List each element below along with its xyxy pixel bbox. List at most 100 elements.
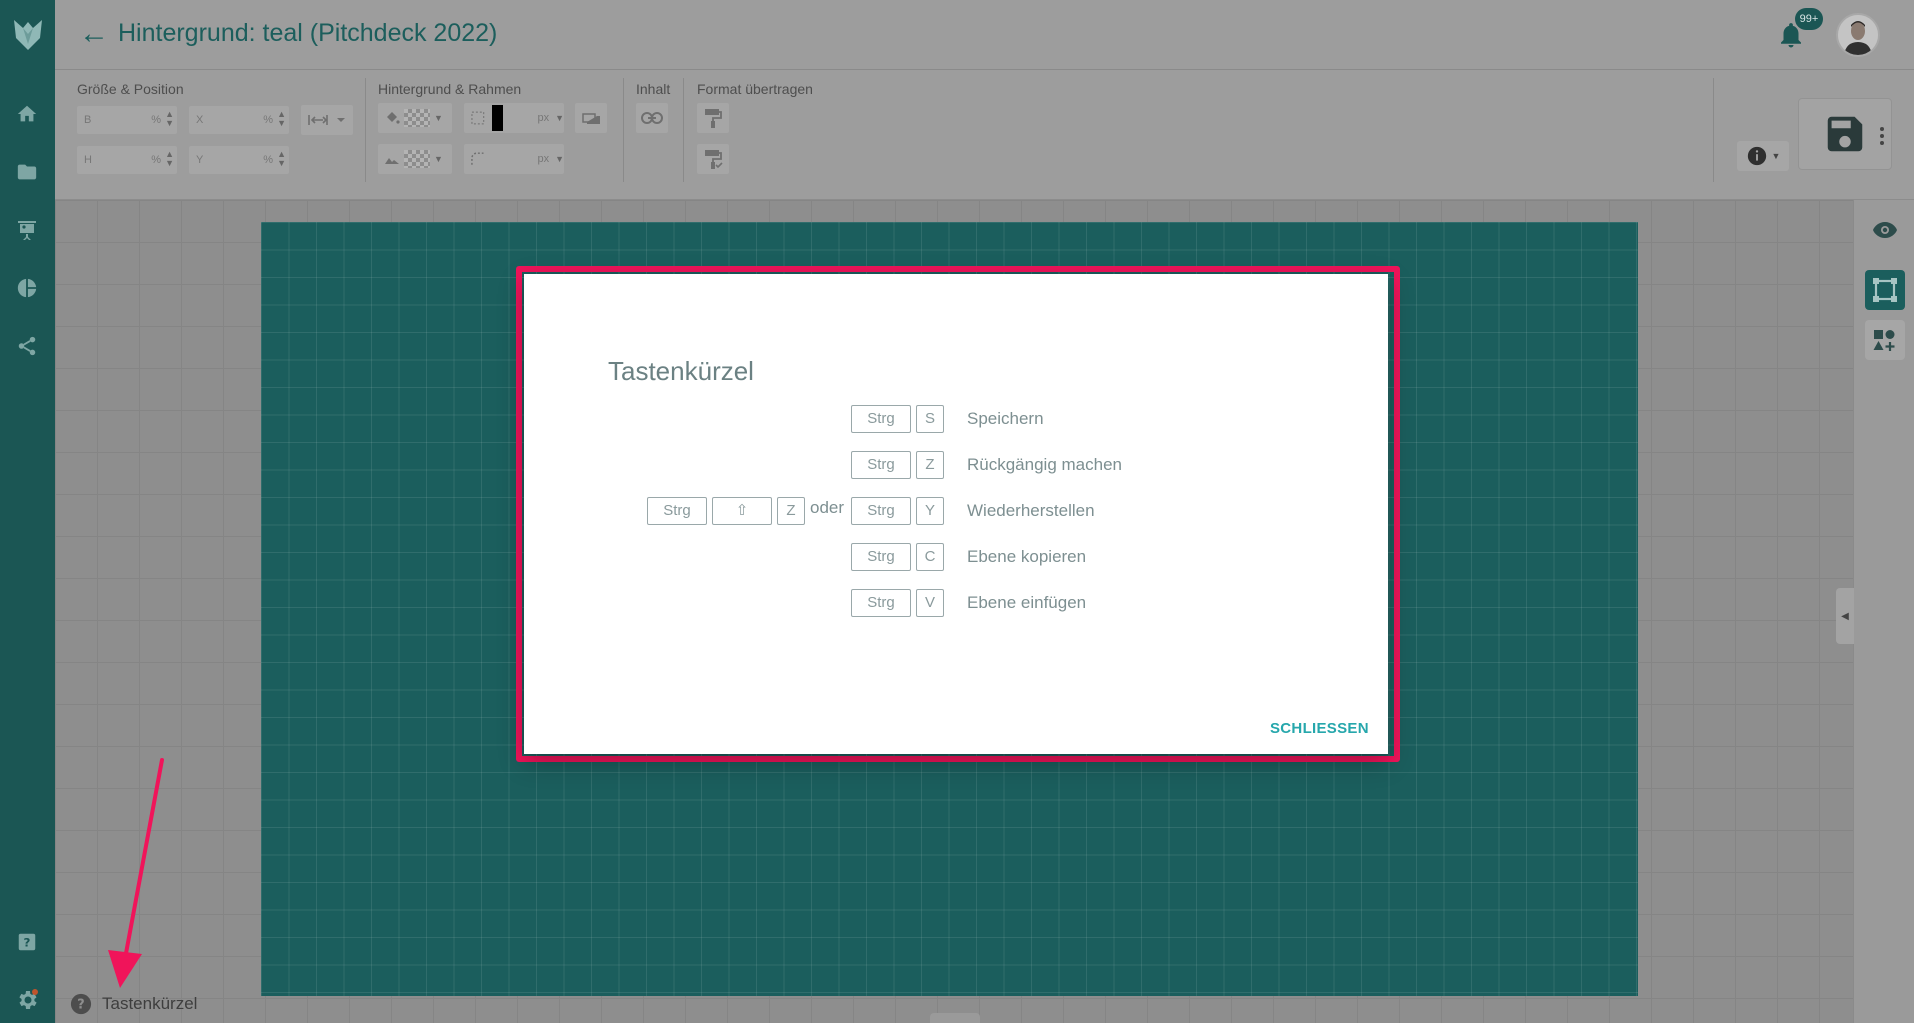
key-ctrl: Strg (851, 497, 911, 525)
shortcut-label-redo: Wiederherstellen (967, 501, 1095, 520)
chevron-down-icon: ▼ (434, 113, 443, 123)
add-shape-button[interactable] (1865, 320, 1905, 360)
back-arrow-icon[interactable]: ← (76, 16, 112, 52)
app-logo[interactable] (0, 0, 55, 70)
presentation-icon (18, 221, 36, 240)
section-background-border-label: Hintergrund & Rahmen (378, 81, 522, 97)
transparent-swatch (404, 109, 430, 127)
paint-roller-icon (705, 109, 722, 128)
chevron-down-icon: ▼ (1771, 151, 1781, 161)
sidebar-item-home[interactable] (10, 97, 44, 131)
home-icon (17, 105, 37, 122)
key-ctrl: Strg (647, 497, 707, 525)
info-icon (1747, 146, 1766, 166)
chevron-left-icon: ◀ (1841, 610, 1849, 622)
key-ctrl: Strg (851, 543, 911, 571)
key-ctrl: Strg (851, 589, 911, 617)
key-ctrl: Strg (851, 405, 911, 433)
format-paste-button[interactable] (697, 144, 729, 174)
key-y: Y (916, 497, 944, 525)
notification-badge: 99+ (1795, 8, 1823, 30)
floppy-disk-icon (1827, 116, 1863, 152)
sidebar-item-settings[interactable] (10, 983, 44, 1017)
border-width-input[interactable]: px ▼ (464, 103, 564, 133)
page-title: Hintergrund: teal (Pitchdeck 2022) (118, 19, 498, 47)
align-dropdown[interactable] (301, 105, 353, 135)
svg-text:?: ? (24, 936, 31, 950)
or-separator: oder (810, 498, 845, 517)
user-avatar-icon (1838, 15, 1878, 55)
toolbar-divider (1713, 78, 1714, 182)
border-shadow-icon (582, 113, 600, 124)
bottom-panel-handle[interactable] (930, 1013, 980, 1023)
sidebar-item-analytics[interactable] (10, 271, 44, 305)
pie-chart-icon (17, 278, 37, 298)
shapes-add-icon (1873, 330, 1895, 351)
sidebar-item-files[interactable] (10, 155, 44, 189)
width-input[interactable]: B % ▲ ▼ (77, 106, 177, 134)
folder-icon (17, 164, 37, 180)
toolbar-divider (365, 78, 366, 182)
border-toggle-button[interactable] (575, 103, 607, 133)
key-v: V (916, 589, 944, 617)
chevron-down-icon: ▼ (555, 154, 564, 164)
fill-color-dropdown[interactable]: ▼ (378, 103, 452, 133)
app-header: ← Hintergrund: teal (Pitchdeck 2022) 99+ (0, 0, 1914, 70)
border-color-swatch[interactable] (491, 105, 504, 131)
help-icon: ? (18, 933, 36, 951)
eye-icon (1873, 222, 1897, 238)
gear-icon (19, 989, 38, 1009)
chevron-down-icon: ▼ (555, 113, 564, 123)
format-copy-button[interactable] (697, 103, 729, 133)
share-icon (18, 336, 36, 356)
preview-button[interactable] (1865, 210, 1905, 250)
stepper-icon[interactable]: ▲ ▼ (165, 110, 174, 128)
height-input[interactable]: H % ▲ ▼ (77, 146, 177, 174)
y-input[interactable]: Y % ▲ ▼ (189, 146, 289, 174)
more-options-icon[interactable] (1876, 124, 1888, 148)
image-fill-dropdown[interactable]: ▼ (378, 144, 452, 174)
chevron-down-icon: ▼ (434, 154, 443, 164)
transparent-swatch (404, 150, 430, 168)
panel-collapse-toggle[interactable]: ◀ (1836, 588, 1854, 644)
sidebar-item-presentations[interactable] (10, 213, 44, 247)
link-button[interactable] (636, 103, 668, 133)
shortcuts-dialog: Tastenkürzel Strg S Speichern Strg Z Rüc… (524, 274, 1388, 754)
key-shift: ⇧ (712, 497, 772, 525)
toolbar-divider (623, 78, 624, 182)
image-mountain-icon (385, 158, 399, 164)
section-format-transfer-label: Format übertragen (697, 81, 813, 97)
x-input[interactable]: X % ▲ ▼ (189, 106, 289, 134)
border-style-icon (471, 111, 485, 125)
close-button[interactable]: SCHLIESSEN (1270, 720, 1369, 737)
sidebar-item-share[interactable] (10, 329, 44, 363)
key-z: Z (916, 451, 944, 479)
shortcuts-link-label: Tastenkürzel (102, 994, 198, 1013)
key-ctrl: Strg (851, 451, 911, 479)
stepper-icon[interactable]: ▲ ▼ (277, 150, 286, 168)
sidebar-item-help[interactable]: ? (10, 925, 44, 959)
fox-logo-icon (13, 20, 42, 50)
shortcut-label-save: Speichern (967, 409, 1044, 428)
toolbar: Größe & Position B % ▲ ▼ X % ▲ ▼ H % ▲ ▼ Y … (55, 70, 1914, 200)
corner-radius-icon (471, 152, 484, 165)
paint-roller-apply-icon (705, 150, 723, 169)
shortcut-label-undo: Rückgängig machen (967, 455, 1122, 474)
svg-text:?: ? (77, 998, 84, 1013)
key-z: Z (777, 497, 805, 525)
select-tool-button[interactable] (1865, 270, 1905, 310)
key-s: S (916, 405, 944, 433)
toolbar-divider (683, 78, 684, 182)
corner-radius-input[interactable]: px ▼ (464, 144, 564, 174)
shortcut-label-copy-layer: Ebene kopieren (967, 547, 1087, 566)
right-tool-panel (1853, 200, 1914, 1023)
shortcuts-help-link[interactable]: ? Tastenkürzel (70, 992, 197, 1016)
key-c: C (916, 543, 944, 571)
section-size-position-label: Größe & Position (77, 81, 184, 97)
stepper-icon[interactable]: ▲ ▼ (165, 150, 174, 168)
paint-bucket-icon (387, 112, 400, 124)
link-icon (641, 112, 663, 124)
info-dropdown[interactable]: ▼ (1737, 141, 1789, 171)
avatar[interactable] (1836, 13, 1880, 57)
stepper-icon[interactable]: ▲ ▼ (277, 110, 286, 128)
